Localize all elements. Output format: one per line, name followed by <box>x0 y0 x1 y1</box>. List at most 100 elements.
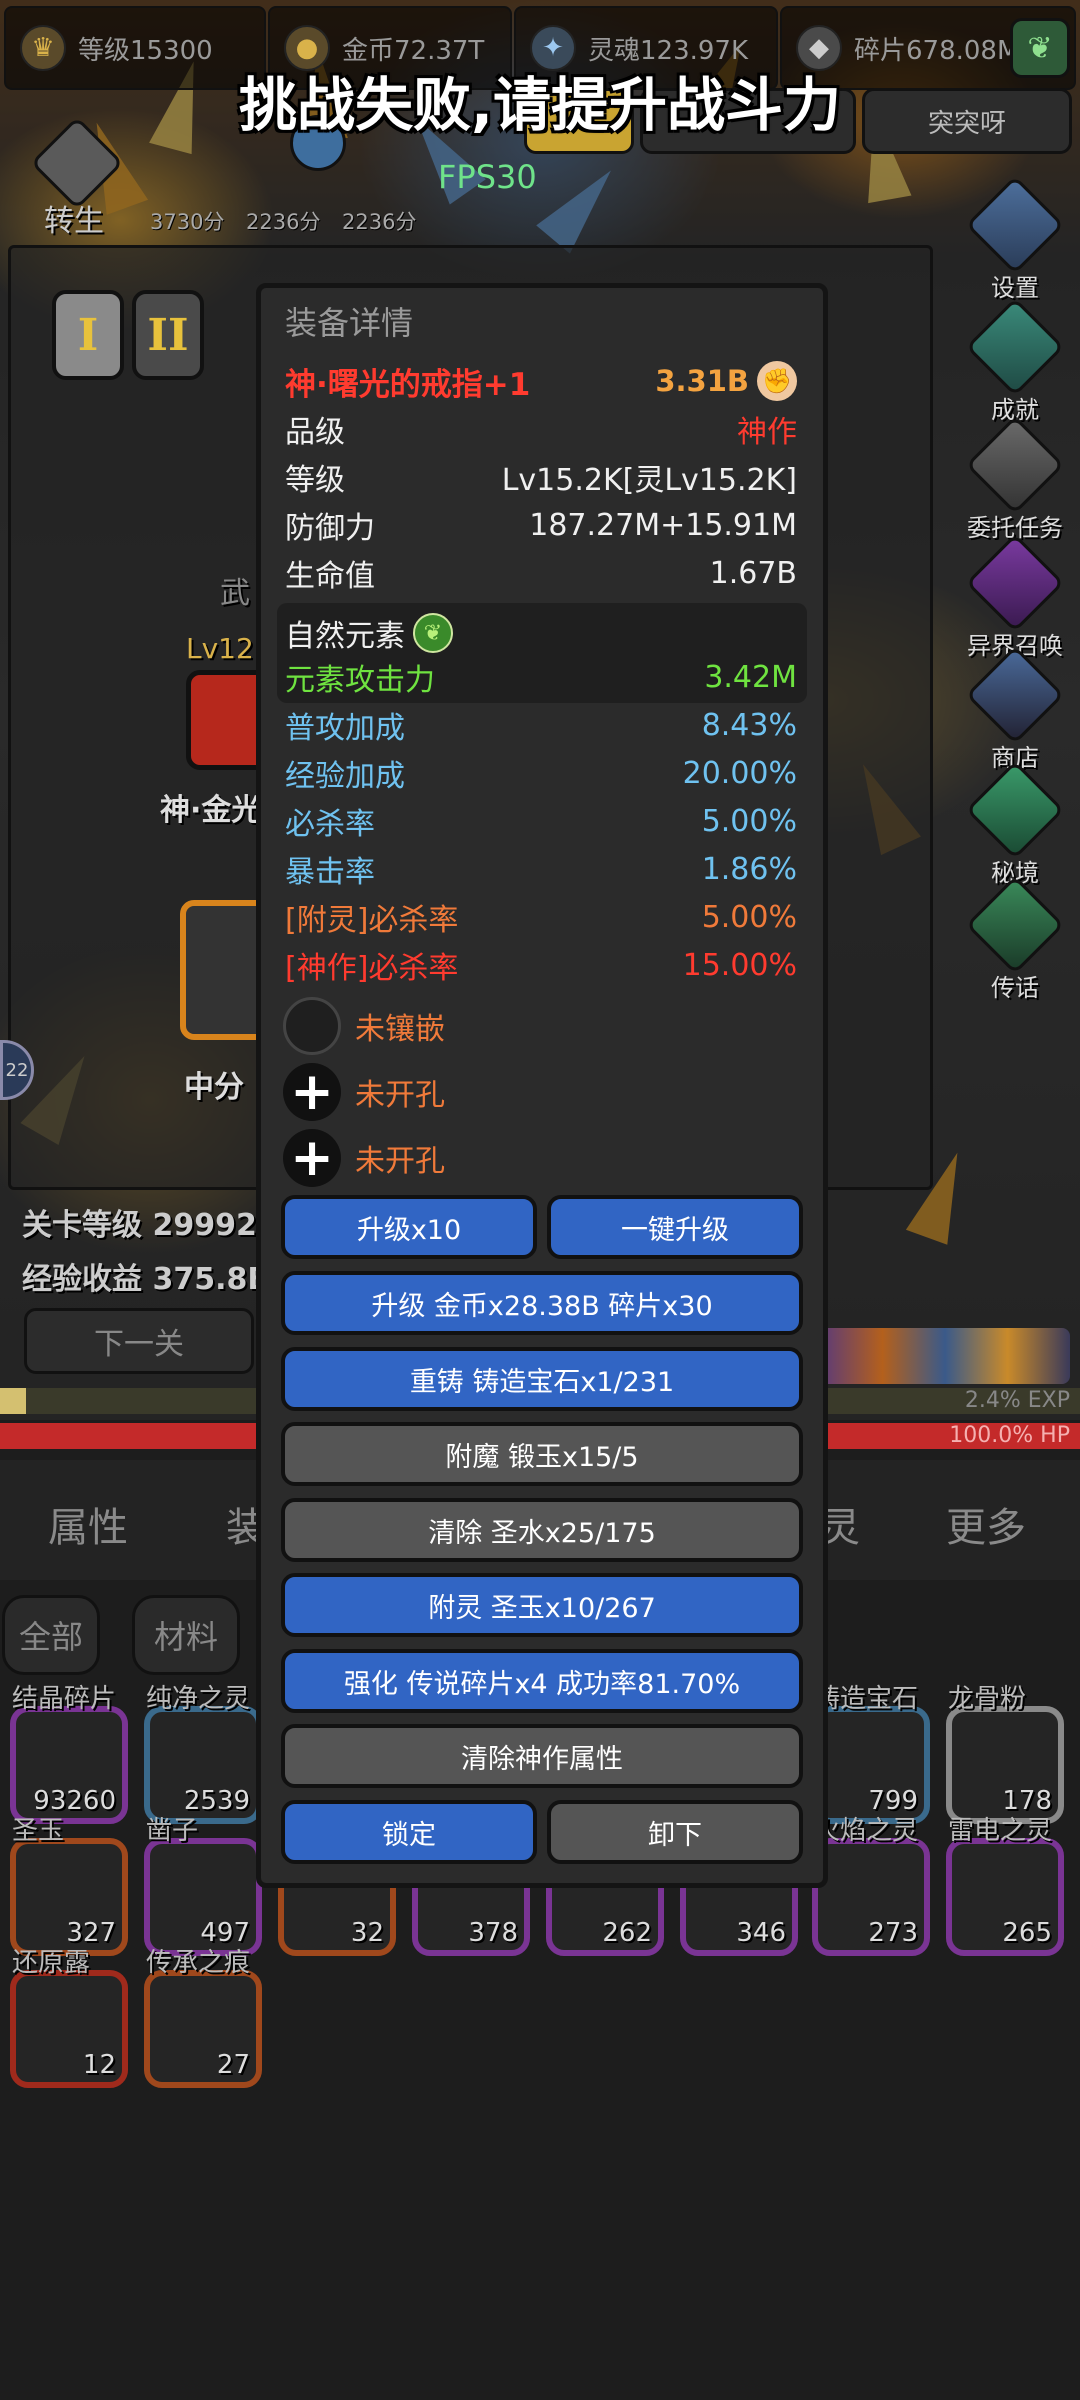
filter-materials[interactable]: 材料 <box>132 1595 240 1675</box>
failure-banner: 挑战失败,请提升战斗力 <box>238 71 842 139</box>
special-value: 15.00% <box>682 947 797 983</box>
rebirth-label: 转生 <box>44 204 104 239</box>
element-attack-value: 3.42M <box>704 659 797 695</box>
strengthen-label: 强化 传说碎片x4 成功率81.70% <box>343 1668 741 1700</box>
socket-row[interactable]: + 未开孔 <box>283 1062 445 1122</box>
stat-value: Lv15.2K[灵Lv15.2K] <box>501 463 797 498</box>
filter-materials-label: 材料 <box>153 1618 218 1656</box>
socket-row[interactable]: + 未开孔 <box>283 1128 445 1188</box>
element-row: 自然元素 ❦ <box>285 610 797 656</box>
clear-button[interactable]: 清除 圣水x25/175 <box>281 1498 803 1562</box>
lock-button[interactable]: 锁定 <box>281 1800 537 1864</box>
star-icon <box>965 297 1065 397</box>
attach-spirit-label: 附灵 圣玉x10/267 <box>428 1592 656 1624</box>
bonus-label: 必杀率 <box>285 807 375 842</box>
inventory-item[interactable]: 铸造宝石 799 <box>812 1684 930 1824</box>
nature-leaf-icon: ❦ <box>413 613 453 653</box>
side-secret-button[interactable]: 秘境 <box>960 760 1070 888</box>
filter-all-label: 全部 <box>18 1618 83 1656</box>
item-name: 铸造宝石 <box>814 1684 919 1714</box>
side-settings-button[interactable]: 设置 <box>960 175 1070 303</box>
bonus-label: 经验加成 <box>285 759 405 794</box>
plus-icon: + <box>283 1063 341 1121</box>
bonus-value: 1.86% <box>701 851 797 887</box>
bonus-label: 普攻加成 <box>285 711 405 746</box>
equipment-detail-modal: 装备详情 神·曙光的戒指+1 3.31B ✊ 品级 神作 等级 Lv15.2K[灵L… <box>256 283 828 1888</box>
recast-button[interactable]: 重铸 铸造宝石x1/231 <box>281 1347 803 1411</box>
upgrade-x10-button[interactable]: 升级x10 <box>281 1195 537 1259</box>
clear-divine-button[interactable]: 清除神作属性 <box>281 1724 803 1788</box>
portal-icon <box>965 760 1065 860</box>
item-name: 凿子 <box>146 1816 199 1846</box>
item-count: 12 <box>82 2050 116 2080</box>
tab-more[interactable]: 更多 <box>946 1495 1026 1553</box>
side-shop-button[interactable]: 商店 <box>960 645 1070 773</box>
one-key-upgrade-button[interactable]: 一键升级 <box>547 1195 803 1259</box>
settings-icon <box>965 175 1065 275</box>
socket-label: 未镶嵌 <box>355 1012 445 1047</box>
upgrade-button[interactable]: 升级 金币x28.38B 碎片x30 <box>281 1271 803 1335</box>
stat-label: 品级 <box>285 415 345 450</box>
special-value: 5.00% <box>701 899 797 935</box>
socket-row[interactable]: 未镶嵌 <box>283 996 445 1056</box>
attach-spirit-button[interactable]: 附灵 圣玉x10/267 <box>281 1573 803 1637</box>
enchant-button[interactable]: 附魔 锻玉x15/5 <box>281 1422 803 1486</box>
muscle-icon: ✊ <box>757 361 797 401</box>
item-header: 神·曙光的戒指+1 3.31B ✊ <box>285 358 797 404</box>
item-count: 262 <box>602 1918 652 1948</box>
side-commission-button[interactable]: 委托任务 <box>960 415 1070 543</box>
upgrade-x10-label: 升级x10 <box>356 1214 462 1246</box>
stat-label: 生命值 <box>285 559 375 594</box>
item-name: 雷电之灵 <box>948 1816 1053 1846</box>
stat-row-defense: 防御力 187.27M+15.91M <box>285 502 797 548</box>
rebirth-score-3: 2236分 <box>342 210 417 234</box>
inventory-item[interactable]: 结晶碎片 93260 <box>10 1684 128 1824</box>
side-summon-button[interactable]: 异界召唤 <box>960 533 1070 661</box>
item-count: 27 <box>216 2050 250 2080</box>
tier-1-button[interactable]: I <box>52 290 124 380</box>
item-name: 火焰之灵 <box>814 1816 919 1846</box>
item-count: 346 <box>736 1918 786 1948</box>
bonus-value: 8.43% <box>701 707 797 743</box>
item-name: 还原露 <box>12 1948 91 1978</box>
inventory-item[interactable]: 凿子 497 <box>144 1816 262 1956</box>
special-row: [附灵]必杀率 5.00% <box>285 894 797 940</box>
fps-counter: FPS30 <box>438 158 537 196</box>
upgrade-label: 升级 金币x28.38B 碎片x30 <box>371 1290 713 1322</box>
bonus-row: 暴击率 1.86% <box>285 846 797 892</box>
stat-row-grade: 品级 神作 <box>285 406 797 452</box>
next-stage-label: 下一关 <box>94 1327 184 1362</box>
inventory-item[interactable]: 纯净之灵 2539 <box>144 1684 262 1824</box>
inventory-item[interactable]: 龙骨粉 178 <box>946 1684 1064 1824</box>
exp-bar-fill <box>0 1388 26 1414</box>
tier-2-button[interactable]: II <box>132 290 204 380</box>
inventory-item[interactable]: 还原露 12 <box>10 1948 128 2088</box>
sword-icon <box>965 415 1065 515</box>
eye-icon <box>965 533 1065 633</box>
inventory-item[interactable]: 雷电之灵 265 <box>946 1816 1064 1956</box>
item-name: 结晶碎片 <box>12 1684 117 1714</box>
inventory-item[interactable]: 圣玉 327 <box>10 1816 128 1956</box>
strengthen-button[interactable]: 强化 传说碎片x4 成功率81.70% <box>281 1649 803 1713</box>
recast-label: 重铸 铸造宝石x1/231 <box>409 1366 675 1398</box>
exp-income: 经验收益 375.8B/ <box>22 1262 282 1297</box>
filter-all[interactable]: 全部 <box>2 1595 100 1675</box>
inventory-item[interactable]: 火焰之灵 273 <box>812 1816 930 1956</box>
next-stage-button[interactable]: 下一关 <box>24 1308 254 1374</box>
stat-label: 防御力 <box>285 511 375 546</box>
tab-attributes[interactable]: 属性 <box>48 1495 128 1553</box>
bonus-row: 经验加成 20.00% <box>285 750 797 796</box>
hp-text: 100.0% HP <box>949 1423 1070 1448</box>
side-message-button[interactable]: 传话 <box>960 875 1070 1003</box>
shop-icon <box>965 645 1065 745</box>
stat-row-hp: 生命值 1.67B <box>285 550 797 596</box>
bonus-label: 暴击率 <box>285 855 375 890</box>
side-achievement-button[interactable]: 成就 <box>960 297 1070 425</box>
one-key-upgrade-label: 一键升级 <box>621 1214 729 1246</box>
skill-icon-strip[interactable] <box>820 1328 1070 1384</box>
inventory-item[interactable]: 传承之痕 27 <box>144 1948 262 2088</box>
rebirth-score-1: 3730分 <box>150 210 225 234</box>
side-message-label: 传话 <box>991 974 1039 1002</box>
unequip-button[interactable]: 卸下 <box>547 1800 803 1864</box>
stat-value: 187.27M+15.91M <box>529 507 797 543</box>
